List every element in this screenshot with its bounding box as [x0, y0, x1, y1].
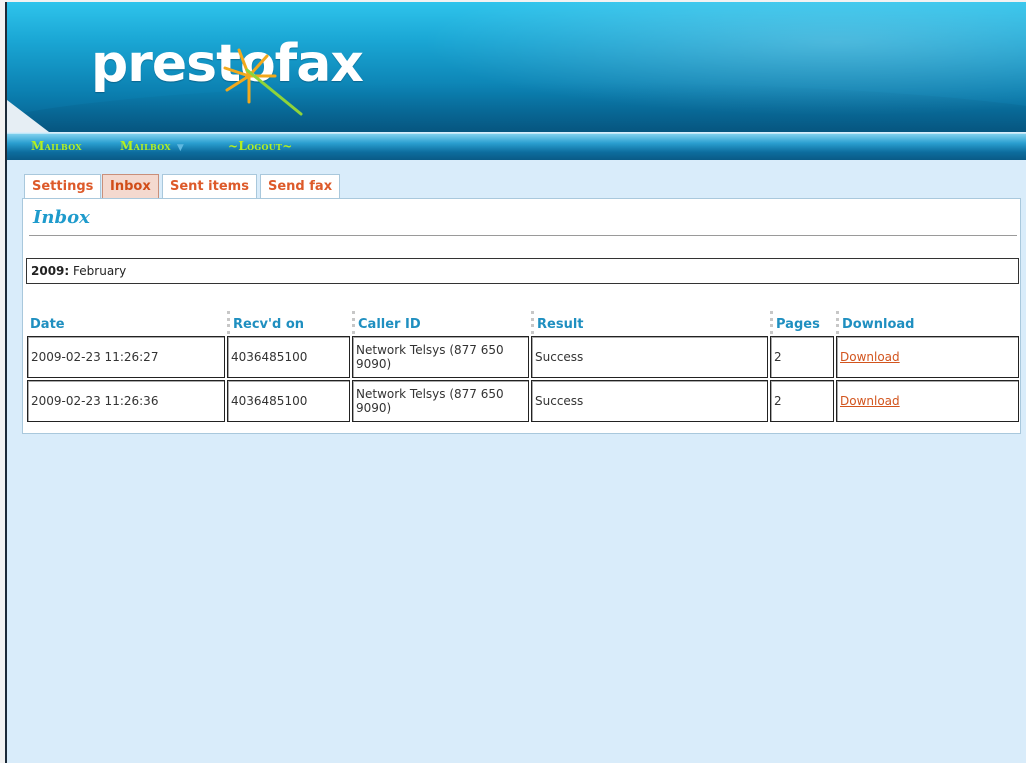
tab-send-fax[interactable]: Send fax	[260, 174, 341, 198]
fax-table: Date Recv'd on Caller ID Result Pages Do…	[25, 309, 1021, 424]
nav-item-mailbox-menu[interactable]: Mailbox ▼	[120, 139, 184, 153]
table-header-row: Date Recv'd on Caller ID Result Pages Do…	[27, 311, 1019, 334]
chevron-down-icon: ▼	[176, 143, 185, 153]
nav-item-label: ~Logout~	[228, 139, 293, 153]
cell-date: 2009-02-23 11:26:36	[27, 380, 225, 422]
cell-download: Download	[836, 336, 1019, 378]
cell-pages: 2	[770, 380, 834, 422]
cell-pages: 2	[770, 336, 834, 378]
tab-label: Settings	[32, 179, 94, 194]
nav-item-label: Mailbox	[120, 139, 171, 153]
logo[interactable]: prestofax	[91, 34, 364, 116]
table-row: 2009-02-23 11:26:27 4036485100 Network T…	[27, 336, 1019, 378]
banner-corner-decoration	[7, 100, 49, 132]
cell-download: Download	[836, 380, 1019, 422]
tab-label: Sent items	[170, 179, 249, 194]
tab-label: Inbox	[110, 179, 151, 194]
download-link[interactable]: Download	[840, 350, 900, 364]
tab-label: Send fax	[268, 179, 333, 194]
nav-item-label: Mailbox	[31, 139, 82, 153]
divider	[29, 235, 1017, 236]
year-label: 2009:	[31, 264, 70, 278]
sun-burst-icon	[223, 48, 303, 116]
month-label: February	[73, 264, 127, 278]
column-header-result[interactable]: Result	[531, 311, 768, 334]
table-row: 2009-02-23 11:26:36 4036485100 Network T…	[27, 380, 1019, 422]
page-title: Inbox	[33, 207, 90, 228]
column-header-download[interactable]: Download	[836, 311, 1019, 334]
month-group-header: 2009: February	[26, 258, 1019, 284]
cell-caller-id: Network Telsys (877 650 9090)	[352, 380, 529, 422]
header-banner: prestofax	[7, 2, 1026, 132]
inbox-panel: Inbox 2009: February Date Recv'd on Call…	[22, 198, 1021, 434]
cell-caller-id: Network Telsys (877 650 9090)	[352, 336, 529, 378]
cell-recvd-on: 4036485100	[227, 380, 350, 422]
cell-recvd-on: 4036485100	[227, 336, 350, 378]
column-header-caller-id[interactable]: Caller ID	[352, 311, 529, 334]
tab-inbox[interactable]: Inbox	[102, 174, 159, 198]
column-header-date[interactable]: Date	[27, 311, 225, 334]
main-nav-bar: Mailbox Mailbox ▼ ~Logout~	[7, 133, 1026, 160]
tab-sent-items[interactable]: Sent items	[162, 174, 257, 198]
tab-settings[interactable]: Settings	[24, 174, 102, 198]
download-link[interactable]: Download	[840, 394, 900, 408]
column-header-pages[interactable]: Pages	[770, 311, 834, 334]
cell-date: 2009-02-23 11:26:27	[27, 336, 225, 378]
nav-item-mailbox[interactable]: Mailbox	[31, 139, 82, 153]
cell-result: Success	[531, 380, 768, 422]
cell-result: Success	[531, 336, 768, 378]
nav-item-logout[interactable]: ~Logout~	[228, 139, 293, 153]
column-header-recvd-on[interactable]: Recv'd on	[227, 311, 350, 334]
app-window: prestofax Mailbox Mailbox ▼ ~Logout~ Sett…	[5, 2, 1026, 763]
